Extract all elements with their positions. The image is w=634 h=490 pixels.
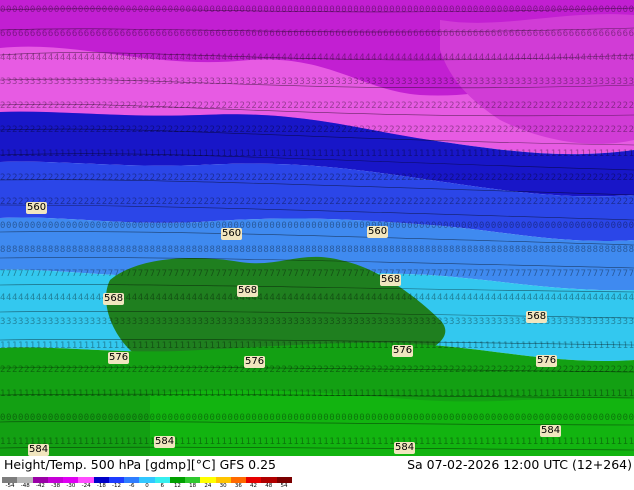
texture-row: 2222222222222222222222222222222222222222… (0, 197, 634, 207)
texture-row: 2222222222222222222222222222222222222222… (0, 173, 634, 183)
contour-label: 560 (221, 228, 243, 240)
contour-label: 576 (244, 356, 266, 368)
contour-label: 568 (237, 285, 259, 297)
map-title: Height/Temp. 500 hPa [gdmp][°C] GFS 0.25 (4, 457, 276, 472)
texture-row: 7777777777777777777777777777777777777777… (0, 269, 634, 279)
contour-label: 568 (526, 311, 548, 323)
legend-tick-label: -24 (81, 483, 91, 489)
legend-tick-label: -18 (96, 483, 106, 489)
contour-label: 576 (392, 345, 414, 357)
texture-row: 1111111111111111111111111111111111111111… (0, 149, 634, 159)
contour-label: 584 (394, 442, 416, 454)
texture-row: 4444444444444444444444444444444444444444… (0, 53, 634, 63)
texture-row: 2222222222222222222222222222222222222222… (0, 125, 634, 135)
legend-tick-label: -30 (66, 483, 76, 489)
legend-tick-label: 18 (189, 483, 197, 489)
texture-row: 8888888888888888888888888888888888888888… (0, 245, 634, 255)
legend-tick-label: 48 (265, 483, 273, 489)
texture-row: 6666666666666666666666666666666666666666… (0, 29, 634, 39)
texture-row: 1111111111111111111111111111111111111111… (0, 437, 634, 447)
texture-row: 0000000000000000000000000000000000000000… (0, 221, 634, 231)
legend-tick-label: -6 (129, 483, 135, 489)
legend-tick-label: -12 (112, 483, 122, 489)
texture-row: 3333333333333333333333333333333333333333… (0, 77, 634, 87)
contour-label: 576 (108, 352, 130, 364)
legend-tick-label: 6 (160, 483, 164, 489)
contour-label: 560 (26, 202, 48, 214)
legend-tick-label: 54 (280, 483, 288, 489)
contour-label: 576 (536, 355, 558, 367)
texture-row: 1111111111111111111111111111111111111111… (0, 389, 634, 399)
legend-tick-labels: -54 -48 -42 -38 -30 -24 -18 -12 -6 0 6 12 18 24 30 36 42… (0, 483, 300, 490)
contour-label: 568 (380, 274, 402, 286)
texture-row: 0000000000000000000000000000000000000000… (0, 5, 634, 15)
contour-label: 584 (28, 444, 50, 456)
legend-tick-label: 0 (145, 483, 149, 489)
valid-time: Sa 07-02-2026 12:00 UTC (12+264) (407, 457, 632, 472)
legend-tick-label: 12 (173, 483, 181, 489)
legend-tick-label: 42 (250, 483, 258, 489)
texture-row: 4444444444444444444444444444444444444444… (0, 293, 634, 303)
map-frame: 0000000000000000000000000000000000000000… (0, 0, 634, 490)
legend-tick-label: -38 (51, 483, 61, 489)
legend-tick-label: -48 (20, 483, 30, 489)
texture-row: 1111111111111111111111111111111111111111… (0, 341, 634, 351)
legend-tick-label: -42 (35, 483, 45, 489)
contour-label: 568 (103, 293, 125, 305)
contour-label: 560 (367, 226, 389, 238)
texture-row: 0000000000000000000000000000000000000000… (0, 413, 634, 423)
contour-label: 584 (154, 436, 176, 448)
footer-bar: Height/Temp. 500 hPa [gdmp][°C] GFS 0.25… (0, 456, 634, 490)
legend-tick-label: 30 (219, 483, 227, 489)
contour-label: 584 (540, 425, 562, 437)
weather-map: 0000000000000000000000000000000000000000… (0, 0, 634, 456)
legend-tick-label: 24 (204, 483, 212, 489)
texture-row: 2222222222222222222222222222222222222222… (0, 101, 634, 111)
legend-tick-label: 36 (234, 483, 242, 489)
legend-tick-label: -54 (5, 483, 15, 489)
